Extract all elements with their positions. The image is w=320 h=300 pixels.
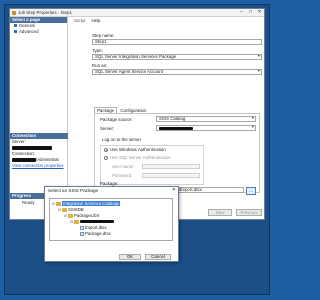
password-label: Password: xyxy=(112,173,133,178)
tree-node-label: Integration Services Catalogs xyxy=(62,201,121,206)
cancel-button[interactable]: Cancel xyxy=(145,254,171,260)
redacted-project-name xyxy=(80,220,114,224)
package-source-select[interactable]: SSIS Catalog xyxy=(156,116,256,122)
maximize-icon[interactable]: □ xyxy=(246,9,255,16)
package-source-value: SSIS Catalog xyxy=(159,116,186,121)
dialog-title: Select an SSIS Package xyxy=(48,188,99,193)
redacted-server xyxy=(12,145,52,150)
nav-item-label: General xyxy=(19,23,35,28)
windows-auth-label: Use Windows Authentication xyxy=(110,147,166,152)
page-icon xyxy=(14,24,17,28)
app-icon xyxy=(12,11,16,15)
tree-node-package-package[interactable]: Package.dtsx xyxy=(80,231,111,236)
script-button[interactable]: Script xyxy=(74,18,85,23)
connection-suffix: \Administrat xyxy=(36,157,59,162)
tree-node-label: SSISDB xyxy=(68,207,84,212)
tree-node-label: PackageLibX xyxy=(74,213,100,218)
run-as-select[interactable]: SQL Server Agent Service Account xyxy=(92,69,262,75)
minimize-icon[interactable]: – xyxy=(237,9,246,16)
windows-auth-radio[interactable] xyxy=(104,148,108,152)
nav-item-advanced[interactable]: Advanced xyxy=(10,29,67,35)
new-button[interactable]: New xyxy=(208,209,232,216)
package-source-label: Package source: xyxy=(100,117,133,122)
window-title: Job Step Properties - Step1 xyxy=(18,10,72,15)
folder-icon xyxy=(74,219,79,224)
folder-icon xyxy=(68,213,73,218)
package-icon xyxy=(80,225,84,230)
type-label: Type: xyxy=(92,48,103,53)
window-title-bar: Job Step Properties - Step1 – □ ✕ xyxy=(10,9,264,17)
type-select-value: SQL Server Integration Services Package xyxy=(95,54,177,59)
sql-auth-label: Use SQL Server Authentication xyxy=(110,155,171,160)
dialog-close-icon[interactable]: ✕ xyxy=(172,187,176,193)
toolbar: Script Help xyxy=(70,17,264,24)
password-input[interactable] xyxy=(142,173,200,178)
tree-node-export-package[interactable]: Export.dtsx xyxy=(80,225,107,230)
redacted-user xyxy=(12,157,36,162)
tree-node-label: Package.dtsx xyxy=(85,231,111,236)
view-connection-link[interactable]: View connection properties xyxy=(10,163,68,169)
package-path-suffix: \Export.dtsx xyxy=(178,187,202,192)
previous-button[interactable]: Previous xyxy=(236,209,262,216)
step-name-label: Step name: xyxy=(92,33,115,38)
select-ssis-package-dialog: Select an SSIS Package ✕ ⊟ Integration Se… xyxy=(44,186,179,262)
user-name-label: User name: xyxy=(112,164,135,169)
step-name-input[interactable]: Step1 xyxy=(92,39,262,45)
server-select[interactable] xyxy=(156,125,256,131)
close-icon[interactable]: ✕ xyxy=(255,9,264,16)
logon-label: Log on to the server xyxy=(102,137,142,142)
view-connection-link-text: View connection properties xyxy=(12,163,64,168)
nav-item-label: Advanced xyxy=(19,29,39,34)
run-as-select-value: SQL Server Agent Service Account xyxy=(95,69,163,74)
package-icon xyxy=(80,231,84,236)
user-name-input[interactable] xyxy=(142,164,200,169)
redacted-server-name xyxy=(159,126,193,130)
package-tree: ⊟ Integration Services Catalogs ⊟ SSISDB ⊟… xyxy=(49,198,173,241)
run-as-label: Run as: xyxy=(92,63,108,68)
sql-auth-radio[interactable] xyxy=(104,156,108,160)
tree-node-label: Export.dtsx xyxy=(85,225,107,230)
server-field-label: Server: xyxy=(100,126,115,131)
page-icon xyxy=(14,30,17,34)
browse-button[interactable]: ... xyxy=(246,187,256,195)
help-button[interactable]: Help xyxy=(91,18,100,23)
connection-section: Connection Server: Connection: \Administ… xyxy=(10,133,68,169)
folder-icon xyxy=(62,207,67,212)
type-select[interactable]: SQL Server Integration Services Package xyxy=(92,54,262,60)
folder-icon xyxy=(56,201,61,206)
ok-button[interactable]: OK xyxy=(119,254,141,260)
